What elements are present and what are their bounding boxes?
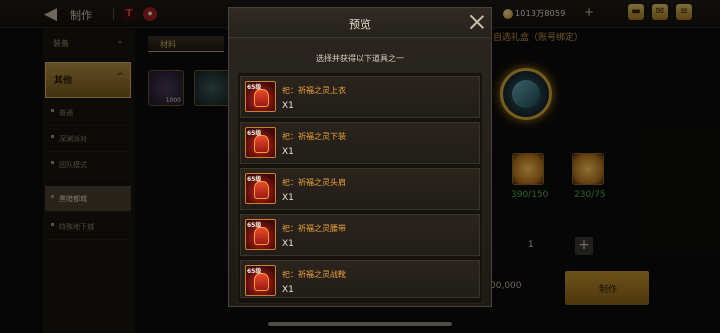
close-icon[interactable] [469, 14, 485, 30]
item-name: 祀：祈福之灵头肩 [282, 178, 346, 187]
item-name: 祀：祈福之灵战靴 [282, 270, 346, 279]
preview-dialog: 预览 选择并获得以下道具之一 65级 祀：祈福之灵上衣 X1 65级 祀：祈福之… [228, 7, 492, 307]
item-name: 祀：祈福之灵腰带 [282, 224, 346, 233]
item-level: 65级 [247, 130, 262, 137]
dialog-header: 预览 [229, 8, 491, 38]
item-level: 65级 [247, 268, 262, 275]
item-level: 65级 [247, 222, 262, 229]
item-qty: X1 [282, 285, 294, 295]
dialog-instruction: 选择并获得以下道具之一 [316, 54, 404, 63]
item-list[interactable]: 65级 祀：祈福之灵上衣 X1 65级 祀：祈福之灵下装 X1 65级 祀：祈福… [237, 72, 483, 304]
list-item[interactable]: 65级 祀：祈福之灵上衣 X1 [240, 76, 480, 118]
item-level: 65级 [247, 84, 262, 91]
armor-shape [254, 227, 269, 245]
armor-icon: 65级 [245, 219, 276, 250]
item-name: 祀：祈福之灵上衣 [282, 86, 346, 95]
armor-icon: 65级 [245, 173, 276, 204]
armor-shape [254, 273, 269, 291]
armor-icon: 65级 [245, 265, 276, 296]
item-qty: X1 [282, 193, 294, 203]
armor-icon: 65级 [245, 81, 276, 112]
dialog-title: 预览 [349, 18, 371, 31]
item-name: 祀：祈福之灵下装 [282, 132, 346, 141]
armor-shape [254, 181, 269, 199]
list-item[interactable]: 65级 祀：祈福之灵腰带 X1 [240, 214, 480, 256]
armor-shape [254, 89, 269, 107]
list-item[interactable]: 65级 祀：祈福之灵头肩 X1 [240, 168, 480, 210]
armor-shape [254, 135, 269, 153]
list-item[interactable]: 65级 祀：祈福之灵下装 X1 [240, 122, 480, 164]
item-qty: X1 [282, 101, 294, 111]
item-qty: X1 [282, 239, 294, 249]
list-item[interactable]: 65级 祀：祈福之灵战靴 X1 [240, 260, 480, 298]
item-level: 65级 [247, 176, 262, 183]
armor-icon: 65级 [245, 127, 276, 158]
item-qty: X1 [282, 147, 294, 157]
